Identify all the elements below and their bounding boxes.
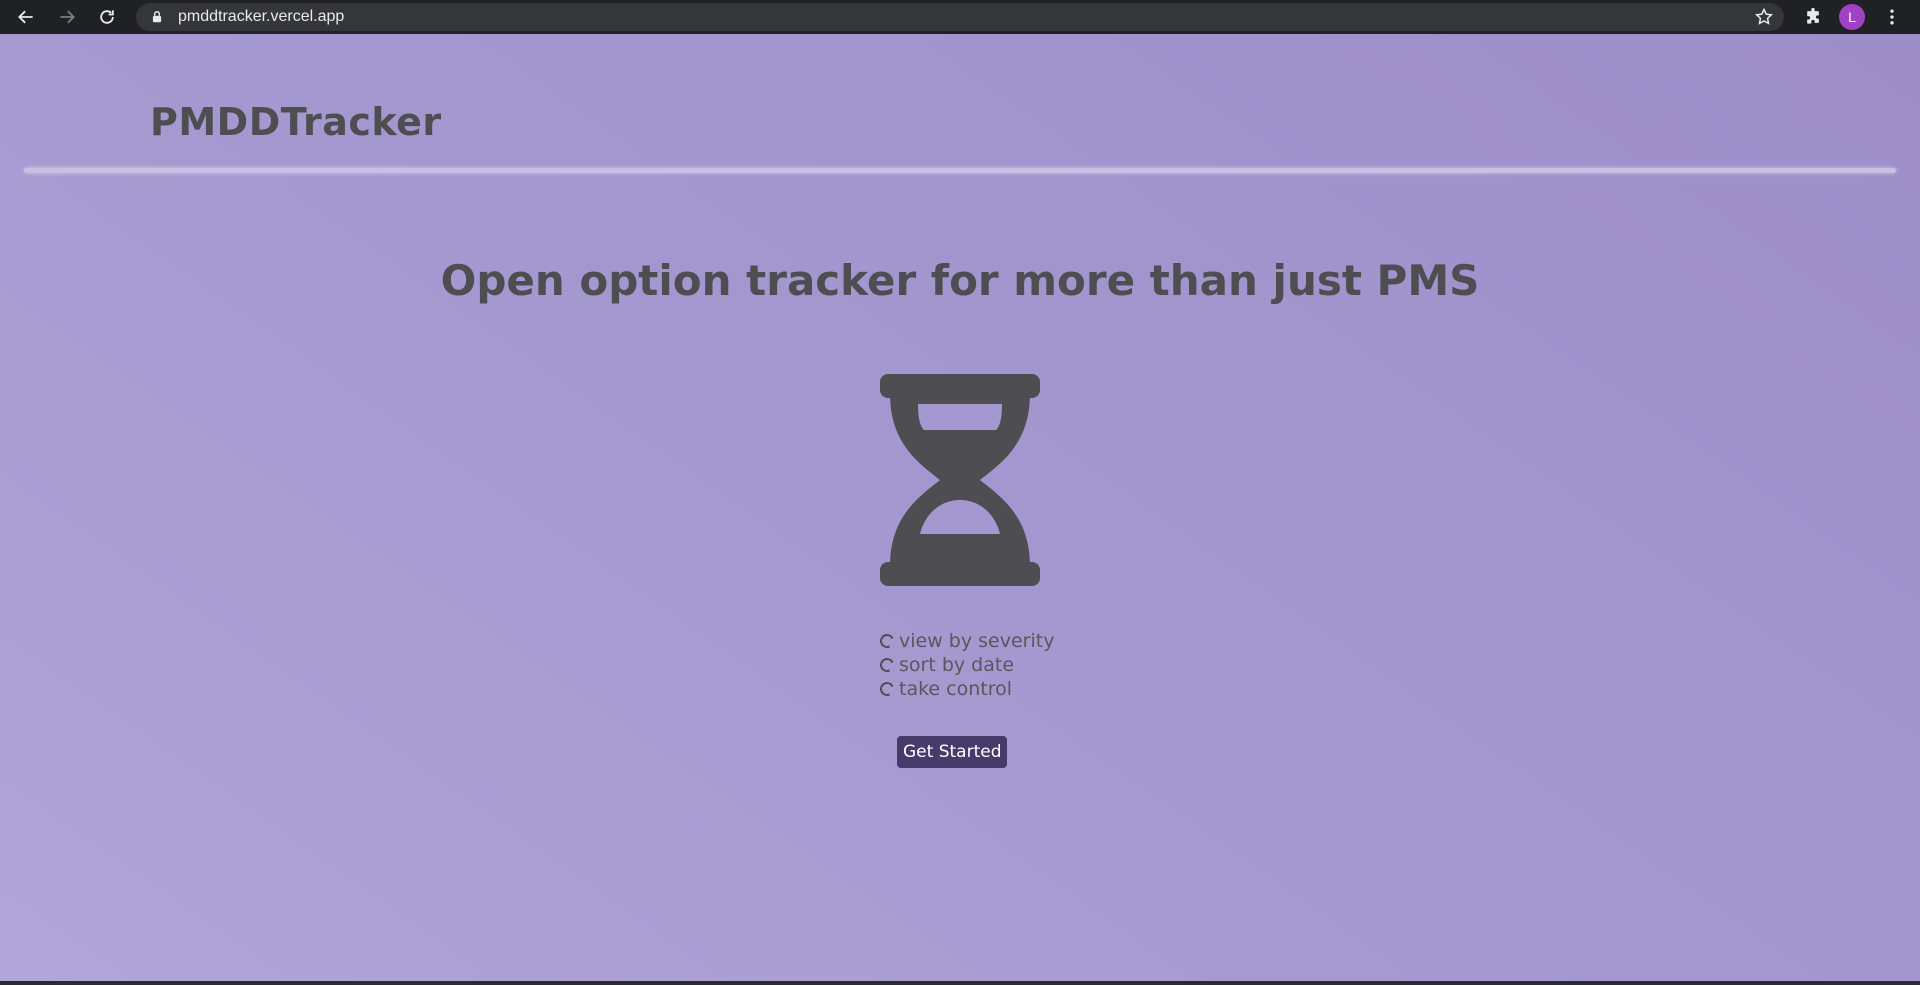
reload-icon: [100, 10, 114, 24]
feature-label: sort by date: [899, 654, 1015, 676]
profile-avatar[interactable]: L: [1839, 4, 1865, 30]
forward-icon: [60, 10, 75, 24]
get-started-button[interactable]: Get Started: [897, 736, 1008, 768]
list-item: take control: [878, 677, 1054, 701]
extensions-icon: [1807, 7, 1819, 24]
extensions-button[interactable]: [1800, 4, 1826, 30]
forward-button[interactable]: [54, 4, 80, 30]
address-bar[interactable]: pmddtracker.vercel.app: [136, 3, 1784, 31]
star-icon[interactable]: [1754, 7, 1774, 27]
spinner-icon: [878, 632, 896, 650]
hourglass-icon: [880, 374, 1040, 586]
list-item: view by severity: [878, 629, 1055, 653]
page-headline: Open option tracker for more than just P…: [440, 256, 1480, 305]
browser-toolbar: pmddtracker.vercel.app L: [0, 0, 1920, 34]
brand-logo[interactable]: PMDDTracker: [150, 100, 442, 144]
menu-button[interactable]: [1879, 4, 1905, 30]
url-text[interactable]: pmddtracker.vercel.app: [178, 8, 344, 26]
page-content: PMDDTracker Open option tracker for more…: [0, 34, 1920, 981]
taskbar-strip: [0, 981, 1920, 985]
menu-icon: [1890, 9, 1894, 25]
back-icon: [18, 10, 33, 24]
spinner-icon: [878, 656, 896, 674]
reload-button[interactable]: [94, 4, 120, 30]
spinner-icon: [878, 680, 896, 698]
feature-label: take control: [899, 678, 1013, 700]
header-divider: [24, 168, 1896, 173]
feature-label: view by severity: [899, 630, 1055, 652]
back-button[interactable]: [13, 4, 39, 30]
list-item: sort by date: [878, 653, 1054, 677]
feature-list: view by severity sort by date take contr…: [878, 629, 1055, 701]
lock-icon: [152, 11, 162, 23]
